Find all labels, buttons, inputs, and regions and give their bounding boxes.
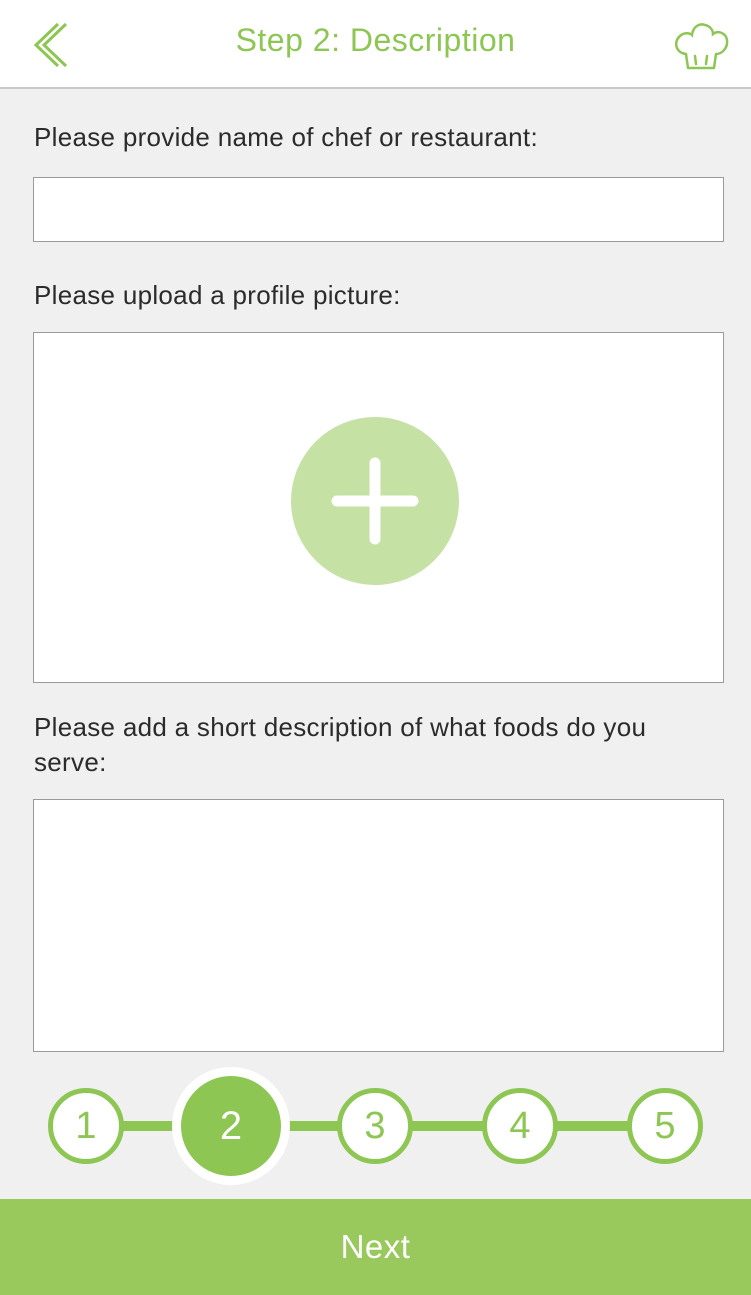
step-5[interactable]: 5 xyxy=(627,1088,703,1164)
step-3[interactable]: 3 xyxy=(337,1088,413,1164)
picture-upload-area[interactable] xyxy=(33,332,724,683)
step-2-current[interactable]: 2 xyxy=(172,1067,290,1185)
upload-picture-button[interactable] xyxy=(291,417,459,585)
chef-hat-button[interactable] xyxy=(672,20,730,72)
description-field-label: Please add a short description of what f… xyxy=(34,712,647,777)
chef-hat-icon xyxy=(674,23,729,70)
name-field-label: Please provide name of chef or restauran… xyxy=(34,122,538,152)
next-button[interactable]: Next xyxy=(0,1199,751,1295)
plus-icon xyxy=(331,457,419,545)
step-1[interactable]: 1 xyxy=(48,1088,124,1164)
progress-stepper: 1 2 3 4 5 xyxy=(0,1066,751,1188)
description-textarea[interactable] xyxy=(34,800,723,1051)
step-4[interactable]: 4 xyxy=(482,1088,558,1164)
page-title: Step 2: Description xyxy=(235,22,516,58)
app-header: Step 2: Description xyxy=(0,0,751,89)
name-input[interactable] xyxy=(34,178,723,241)
name-field-box xyxy=(33,177,724,242)
description-field-box xyxy=(33,799,724,1052)
picture-field-label: Please upload a profile picture: xyxy=(34,280,401,310)
